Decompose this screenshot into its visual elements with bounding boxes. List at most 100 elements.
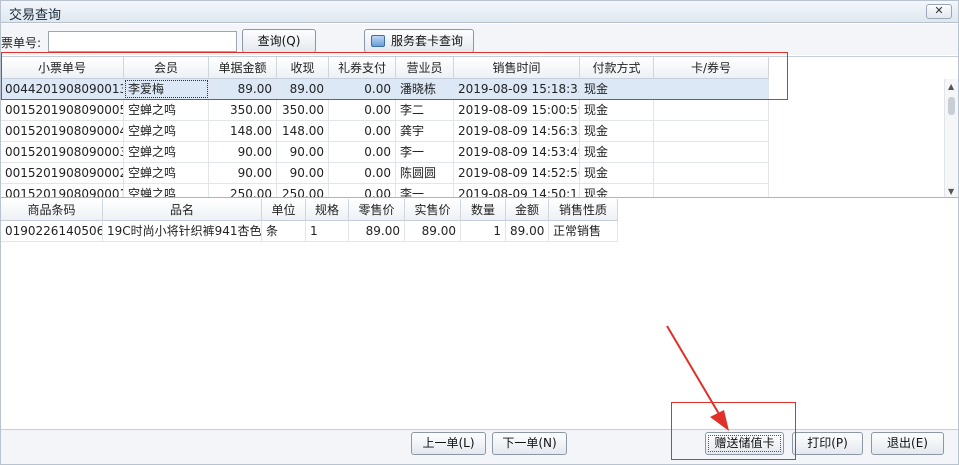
cell-salesperson: 李一: [396, 142, 454, 162]
cell-sale-time: 2019-08-09 14:53:49: [454, 142, 580, 162]
table-row[interactable]: 0015201908090003 空蝉之鸣 90.00 90.00 0.00 李…: [1, 142, 769, 163]
cell-salesperson: 龚宇: [396, 121, 454, 141]
cell-sale-time: 2019-08-09 14:56:35: [454, 121, 580, 141]
cell-ticket-no: 0015201908090002: [1, 163, 124, 183]
gift-stored-value-card-button[interactable]: 赠送储值卡: [705, 432, 784, 455]
sales-grid: 小票单号 会员 单据金额 收现 礼券支付 营业员 销售时间 付款方式 卡/券号 …: [1, 56, 958, 198]
sales-grid-scrollbar[interactable]: ▲ ▼: [944, 79, 958, 197]
table-row[interactable]: 0190226140506 19C时尚小将针织裤941杏色 条 1 89.00 …: [1, 221, 618, 242]
col-sold-price[interactable]: 实售价: [405, 199, 461, 221]
service-card-query-button[interactable]: 服务套卡查询: [364, 29, 474, 53]
cell-card-no: [654, 163, 769, 183]
col-retail-price[interactable]: 零售价: [349, 199, 405, 221]
cell-salesperson: 陈圆圆: [396, 163, 454, 183]
cell-sale-type: 正常销售: [549, 221, 618, 241]
col-barcode[interactable]: 商品条码: [1, 199, 103, 221]
cell-payment-method: 现金: [580, 163, 654, 183]
scroll-up-icon[interactable]: ▲: [948, 82, 954, 91]
cell-bill-amount: 250.00: [209, 184, 277, 197]
col-quantity[interactable]: 数量: [461, 199, 506, 221]
cell-salesperson: 李一: [396, 184, 454, 197]
close-icon[interactable]: ✕: [926, 4, 952, 19]
table-row[interactable]: 0015201908090001 空蝉之鸣 250.00 250.00 0.00…: [1, 184, 769, 197]
cell-voucher-pay: 0.00: [329, 121, 396, 141]
cell-member: 空蝉之鸣: [124, 184, 209, 197]
sales-grid-header: 小票单号 会员 单据金额 收现 礼券支付 营业员 销售时间 付款方式 卡/券号: [1, 57, 769, 79]
cell-member: 空蝉之鸣: [124, 100, 209, 120]
table-row[interactable]: 0015201908090004 空蝉之鸣 148.00 148.00 0.00…: [1, 121, 769, 142]
window-title: 交易查询: [9, 8, 62, 23]
cell-payment-method: 现金: [580, 184, 654, 197]
cell-cash: 148.00: [277, 121, 329, 141]
exit-button[interactable]: 退出(E): [871, 432, 944, 455]
col-voucher-pay[interactable]: 礼券支付: [329, 57, 396, 79]
cell-voucher-pay: 0.00: [329, 184, 396, 197]
col-spec[interactable]: 规格: [306, 199, 349, 221]
ticket-number-label: 票单号:: [1, 36, 42, 50]
query-button[interactable]: 查询(Q): [242, 29, 316, 53]
col-product-name[interactable]: 品名: [103, 199, 262, 221]
items-grid-header: 商品条码 品名 单位 规格 零售价 实售价 数量 金额 销售性质: [1, 199, 618, 221]
cell-sale-time: 2019-08-09 15:00:59: [454, 100, 580, 120]
cell-cash: 90.00: [277, 142, 329, 162]
col-salesperson[interactable]: 营业员: [396, 57, 454, 79]
items-grid: 商品条码 品名 单位 规格 零售价 实售价 数量 金额 销售性质 0190226…: [1, 199, 958, 429]
service-card-query-label: 服务套卡查询: [391, 34, 464, 48]
col-sale-time[interactable]: 销售时间: [454, 57, 580, 79]
footer-bar: 上一单(L) 下一单(N) 赠送储值卡 打印(P) 退出(E): [1, 429, 958, 464]
card-icon: [371, 35, 385, 47]
cell-payment-method: 现金: [580, 121, 654, 141]
col-amount[interactable]: 金额: [506, 199, 549, 221]
cell-ticket-no: 0015201908090001: [1, 184, 124, 197]
cell-cash: 90.00: [277, 163, 329, 183]
cell-sale-time: 2019-08-09 15:18:33: [454, 79, 580, 99]
cell-sale-time: 2019-08-09 14:52:56: [454, 163, 580, 183]
scroll-down-icon[interactable]: ▼: [948, 187, 954, 196]
cell-bill-amount: 89.00: [209, 79, 277, 99]
cell-ticket-no: 0015201908090005: [1, 100, 124, 120]
ticket-number-input[interactable]: [48, 31, 237, 52]
cell-bill-amount: 148.00: [209, 121, 277, 141]
col-bill-amount[interactable]: 单据金额: [209, 57, 277, 79]
cell-member: 空蝉之鸣: [124, 142, 209, 162]
previous-order-button[interactable]: 上一单(L): [411, 432, 486, 455]
cell-card-no: [654, 79, 769, 99]
cell-card-no: [654, 142, 769, 162]
cell-member: 李爱梅: [124, 79, 209, 99]
table-row[interactable]: 0015201908090005 空蝉之鸣 350.00 350.00 0.00…: [1, 100, 769, 121]
col-card-no[interactable]: 卡/券号: [654, 57, 769, 79]
cell-unit: 条: [262, 221, 306, 241]
table-row[interactable]: 0044201908090013 李爱梅 89.00 89.00 0.00 潘晓…: [1, 79, 769, 100]
table-row[interactable]: 0015201908090002 空蝉之鸣 90.00 90.00 0.00 陈…: [1, 163, 769, 184]
cell-payment-method: 现金: [580, 79, 654, 99]
col-payment-method[interactable]: 付款方式: [580, 57, 654, 79]
cell-payment-method: 现金: [580, 142, 654, 162]
cell-voucher-pay: 0.00: [329, 142, 396, 162]
cell-ticket-no: 0015201908090004: [1, 121, 124, 141]
next-order-button[interactable]: 下一单(N): [492, 432, 567, 455]
cell-voucher-pay: 0.00: [329, 100, 396, 120]
cell-spec: 1: [306, 221, 349, 241]
cell-member: 空蝉之鸣: [124, 163, 209, 183]
col-cash[interactable]: 收现: [277, 57, 329, 79]
col-unit[interactable]: 单位: [262, 199, 306, 221]
cell-amount: 89.00: [506, 221, 549, 241]
cell-cash: 350.00: [277, 100, 329, 120]
title-bar: 交易查询 ✕: [1, 1, 958, 23]
cell-card-no: [654, 100, 769, 120]
cell-retail-price: 89.00: [349, 221, 405, 241]
col-sale-type[interactable]: 销售性质: [549, 199, 618, 221]
cell-cash: 89.00: [277, 79, 329, 99]
transaction-query-window: 交易查询 ✕ 票单号: 查询(Q) 服务套卡查询 小票单号 会员 单据金额 收现…: [0, 0, 959, 465]
print-button[interactable]: 打印(P): [792, 432, 863, 455]
cell-quantity: 1: [461, 221, 506, 241]
scroll-thumb[interactable]: [948, 97, 955, 115]
cell-voucher-pay: 0.00: [329, 79, 396, 99]
cell-cash: 250.00: [277, 184, 329, 197]
col-member[interactable]: 会员: [124, 57, 209, 79]
cell-barcode: 0190226140506: [1, 221, 103, 241]
cell-bill-amount: 90.00: [209, 163, 277, 183]
col-ticket-no[interactable]: 小票单号: [1, 57, 124, 79]
cell-voucher-pay: 0.00: [329, 163, 396, 183]
cell-ticket-no: 0044201908090013: [1, 79, 124, 99]
